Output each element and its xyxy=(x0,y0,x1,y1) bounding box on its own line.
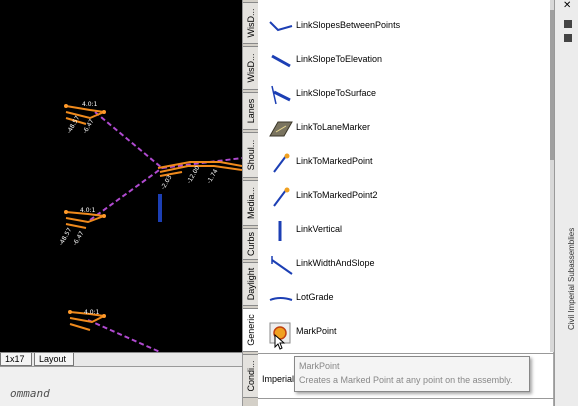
svg-text:4.0:1: 4.0:1 xyxy=(82,101,98,108)
tab-generic[interactable]: Generic xyxy=(243,308,259,352)
palette-item-list: LinkSlopesBetweenPoints LinkSlopeToEleva… xyxy=(258,0,554,352)
palette-item-label: LinkSlopesBetweenPoints xyxy=(296,20,401,30)
link-width-and-slope-icon xyxy=(271,256,293,275)
palette-item-mark-point[interactable]: MarkPoint xyxy=(258,316,554,350)
divider xyxy=(258,398,554,399)
palette-item-lot-grade[interactable]: LotGrade xyxy=(258,282,554,316)
tab-lanes[interactable]: Lanes xyxy=(243,92,259,130)
svg-text:4.0:1: 4.0:1 xyxy=(80,207,96,214)
link-to-marked-point-icon xyxy=(273,153,290,173)
link-to-marked-point2-icon xyxy=(273,187,290,207)
layout-tab-bar: 1x17 Layout xyxy=(0,352,242,366)
tab-medians[interactable]: Media... xyxy=(243,180,259,226)
auto-hide-icon[interactable] xyxy=(564,20,572,28)
palette-item-label: MarkPoint xyxy=(296,326,337,336)
palette-item-link-slopes-between-points[interactable]: LinkSlopesBetweenPoints xyxy=(258,10,554,44)
palette-title-bar[interactable]: ✕ Civil Imperial Subassemblies xyxy=(554,0,578,406)
palette-units-label: Imperial xyxy=(262,374,295,384)
link-slope-to-elevation-icon xyxy=(271,54,291,68)
svg-text:4.0:1: 4.0:1 xyxy=(84,309,100,316)
command-prompt[interactable]: ommand xyxy=(0,387,50,401)
link-vertical-icon xyxy=(278,221,282,241)
palette-item-link-slope-to-surface[interactable]: LinkSlopeToSurface xyxy=(258,78,554,112)
palette-item-label: LotGrade xyxy=(296,292,334,302)
palette-item-link-to-marked-point[interactable]: LinkToMarkedPoint xyxy=(258,146,554,180)
layout-tab-1x17[interactable]: 1x17 xyxy=(0,353,32,366)
tooltip: MarkPoint Creates a Marked Point at any … xyxy=(294,356,530,392)
link-slopes-between-points-icon xyxy=(269,21,293,32)
tab-conditional[interactable]: Condi... xyxy=(243,354,259,398)
palette-title: Civil Imperial Subassemblies xyxy=(567,227,576,330)
assembly-drawing: 4.0:1 -48.57 -6.47 4.0:1 -48.57 -6.47 4.… xyxy=(58,101,242,352)
link-slope-to-surface-icon xyxy=(271,85,291,105)
palette-item-link-to-marked-point2[interactable]: LinkToMarkedPoint2 xyxy=(258,180,554,214)
svg-text:-6.47: -6.47 xyxy=(82,118,96,135)
properties-icon[interactable] xyxy=(564,34,572,42)
palette-tab-strip: WisD... WisD... Lanes Shoul... Media... … xyxy=(242,0,259,406)
command-window[interactable]: ommand xyxy=(0,366,242,406)
palette-item-link-slope-to-elevation[interactable]: LinkSlopeToElevation xyxy=(258,44,554,78)
tooltip-description: Creates a Marked Point at any point on t… xyxy=(299,375,513,385)
tab-wisd-1[interactable]: WisD... xyxy=(243,2,259,44)
tab-wisd-2[interactable]: WisD... xyxy=(243,46,259,90)
svg-text:-1.74: -1.74 xyxy=(206,168,220,185)
svg-text:-12.00: -12.00 xyxy=(186,165,202,185)
lot-grade-icon xyxy=(269,297,293,301)
tab-shoulders[interactable]: Shoul... xyxy=(243,132,259,178)
palette-item-label: LinkVertical xyxy=(296,224,343,234)
link-to-lane-marker-icon xyxy=(269,121,293,137)
palette-item-label: LinkWidthAndSlope xyxy=(296,258,375,268)
palette-item-label: LinkSlopeToElevation xyxy=(296,54,383,64)
svg-text:-6.47: -6.47 xyxy=(72,230,86,247)
drawing-canvas[interactable]: 4.0:1 -48.57 -6.47 4.0:1 -48.57 -6.47 4.… xyxy=(0,0,242,352)
palette-item-link-to-lane-marker[interactable]: LinkToLaneMarker xyxy=(258,112,554,146)
tab-curbs[interactable]: Curbs xyxy=(243,228,259,260)
palette-item-link-vertical[interactable]: LinkVertical xyxy=(258,214,554,248)
palette-item-label: LinkToMarkedPoint xyxy=(296,156,373,166)
palette-item-label: LinkToMarkedPoint2 xyxy=(296,190,378,200)
close-icon[interactable]: ✕ xyxy=(563,0,571,11)
palette-item-label: LinkToLaneMarker xyxy=(296,122,371,132)
tooltip-title: MarkPoint xyxy=(299,361,340,371)
palette-item-label: LinkSlopeToSurface xyxy=(296,88,377,98)
tool-palette: LinkSlopesBetweenPoints LinkSlopeToEleva… xyxy=(258,0,554,406)
divider xyxy=(258,353,554,354)
layout-tab-layout[interactable]: Layout xyxy=(34,353,74,366)
palette-item-link-width-and-slope[interactable]: LinkWidthAndSlope xyxy=(258,248,554,282)
mouse-cursor-icon xyxy=(274,334,286,350)
tab-daylight[interactable]: Daylight xyxy=(243,262,259,306)
